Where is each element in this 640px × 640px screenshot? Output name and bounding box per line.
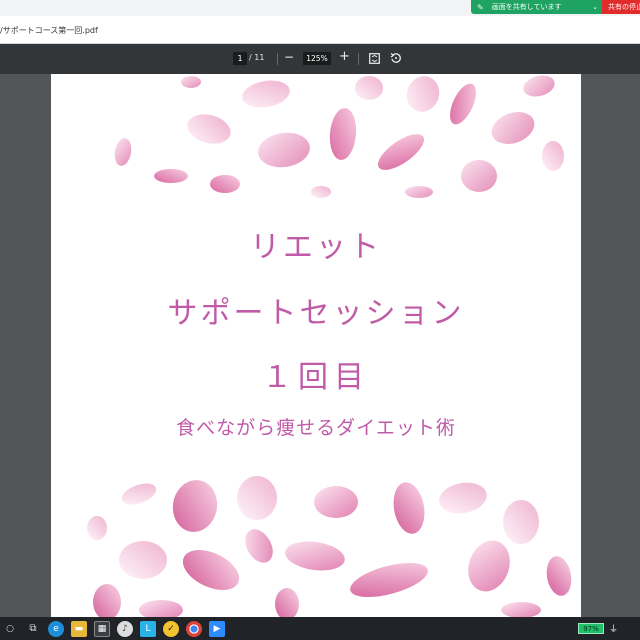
fit-to-page-icon[interactable] — [369, 53, 380, 64]
pen-icon: ✎ — [477, 2, 484, 12]
rotate-icon[interactable] — [390, 52, 402, 64]
page-count: / 11 — [249, 53, 265, 62]
edge-icon[interactable]: e — [48, 620, 64, 637]
stop-sharing-label: 共有の停止 — [608, 3, 640, 11]
search-icon[interactable]: ○ — [2, 621, 18, 637]
pdf-viewport[interactable]: リエット サポートセッション １回目 食べながら痩せるダイエット術 — [0, 74, 640, 617]
document-title-line-1: リエット — [250, 230, 382, 265]
zoom-meeting-icon[interactable]: ▶ — [209, 620, 225, 637]
pdf-page: リエット サポートセッション １回目 食べながら痩せるダイエット術 — [51, 74, 581, 617]
pdf-toolbar: 1 / 11 − 125% + — [0, 44, 640, 74]
zoom-out-button[interactable]: − — [284, 50, 294, 64]
store-icon[interactable]: ▦ — [94, 620, 110, 637]
norton-icon[interactable]: ✓ — [163, 620, 179, 637]
toolbar-divider — [358, 53, 359, 65]
chrome-icon[interactable] — [186, 620, 202, 637]
zoom-level-input[interactable]: 125% — [303, 52, 331, 65]
battery-indicator[interactable]: 97% — [577, 623, 604, 634]
chevron-down-icon[interactable]: ⌄ — [592, 3, 598, 11]
screen-share-bar: ✎ 画面を共有しています ⌄ 共有の停止 — [471, 0, 640, 14]
power-plug-icon: ⏚ — [608, 625, 618, 635]
browser-top-strip: ✎ 画面を共有しています ⌄ 共有の停止 — [0, 0, 640, 16]
document-subtitle: 食べながら痩せるダイエット術 — [176, 417, 456, 439]
page-number-input[interactable]: 1 — [233, 52, 247, 65]
screen-sharing-indicator[interactable]: ✎ 画面を共有しています ⌄ — [471, 0, 602, 14]
zoom-in-button[interactable]: + — [339, 49, 350, 64]
address-bar-row: /サポートコース第一回.pdf — [0, 16, 640, 44]
document-title-line-3: １回目 — [262, 360, 370, 395]
line-icon[interactable]: L — [140, 620, 156, 637]
document-title-line-2: サポートセッション — [167, 296, 465, 331]
toolbar-divider — [277, 53, 278, 65]
file-explorer-icon[interactable]: ▬ — [71, 620, 87, 637]
windows-taskbar: ○ ⧉ e ▬ ▦ ♪ L ✓ ▶ 97% ⏚ — [0, 617, 640, 640]
file-path[interactable]: /サポートコース第一回.pdf — [0, 25, 98, 36]
task-view-icon[interactable]: ⧉ — [25, 621, 41, 637]
music-icon[interactable]: ♪ — [117, 620, 133, 637]
system-tray: 97% ⏚ — [577, 617, 640, 640]
petals-decoration-top — [114, 75, 564, 198]
stop-sharing-button[interactable]: 共有の停止 — [602, 0, 640, 14]
petals-decoration-bottom — [87, 476, 572, 617]
screen-sharing-label: 画面を共有しています — [491, 3, 562, 11]
